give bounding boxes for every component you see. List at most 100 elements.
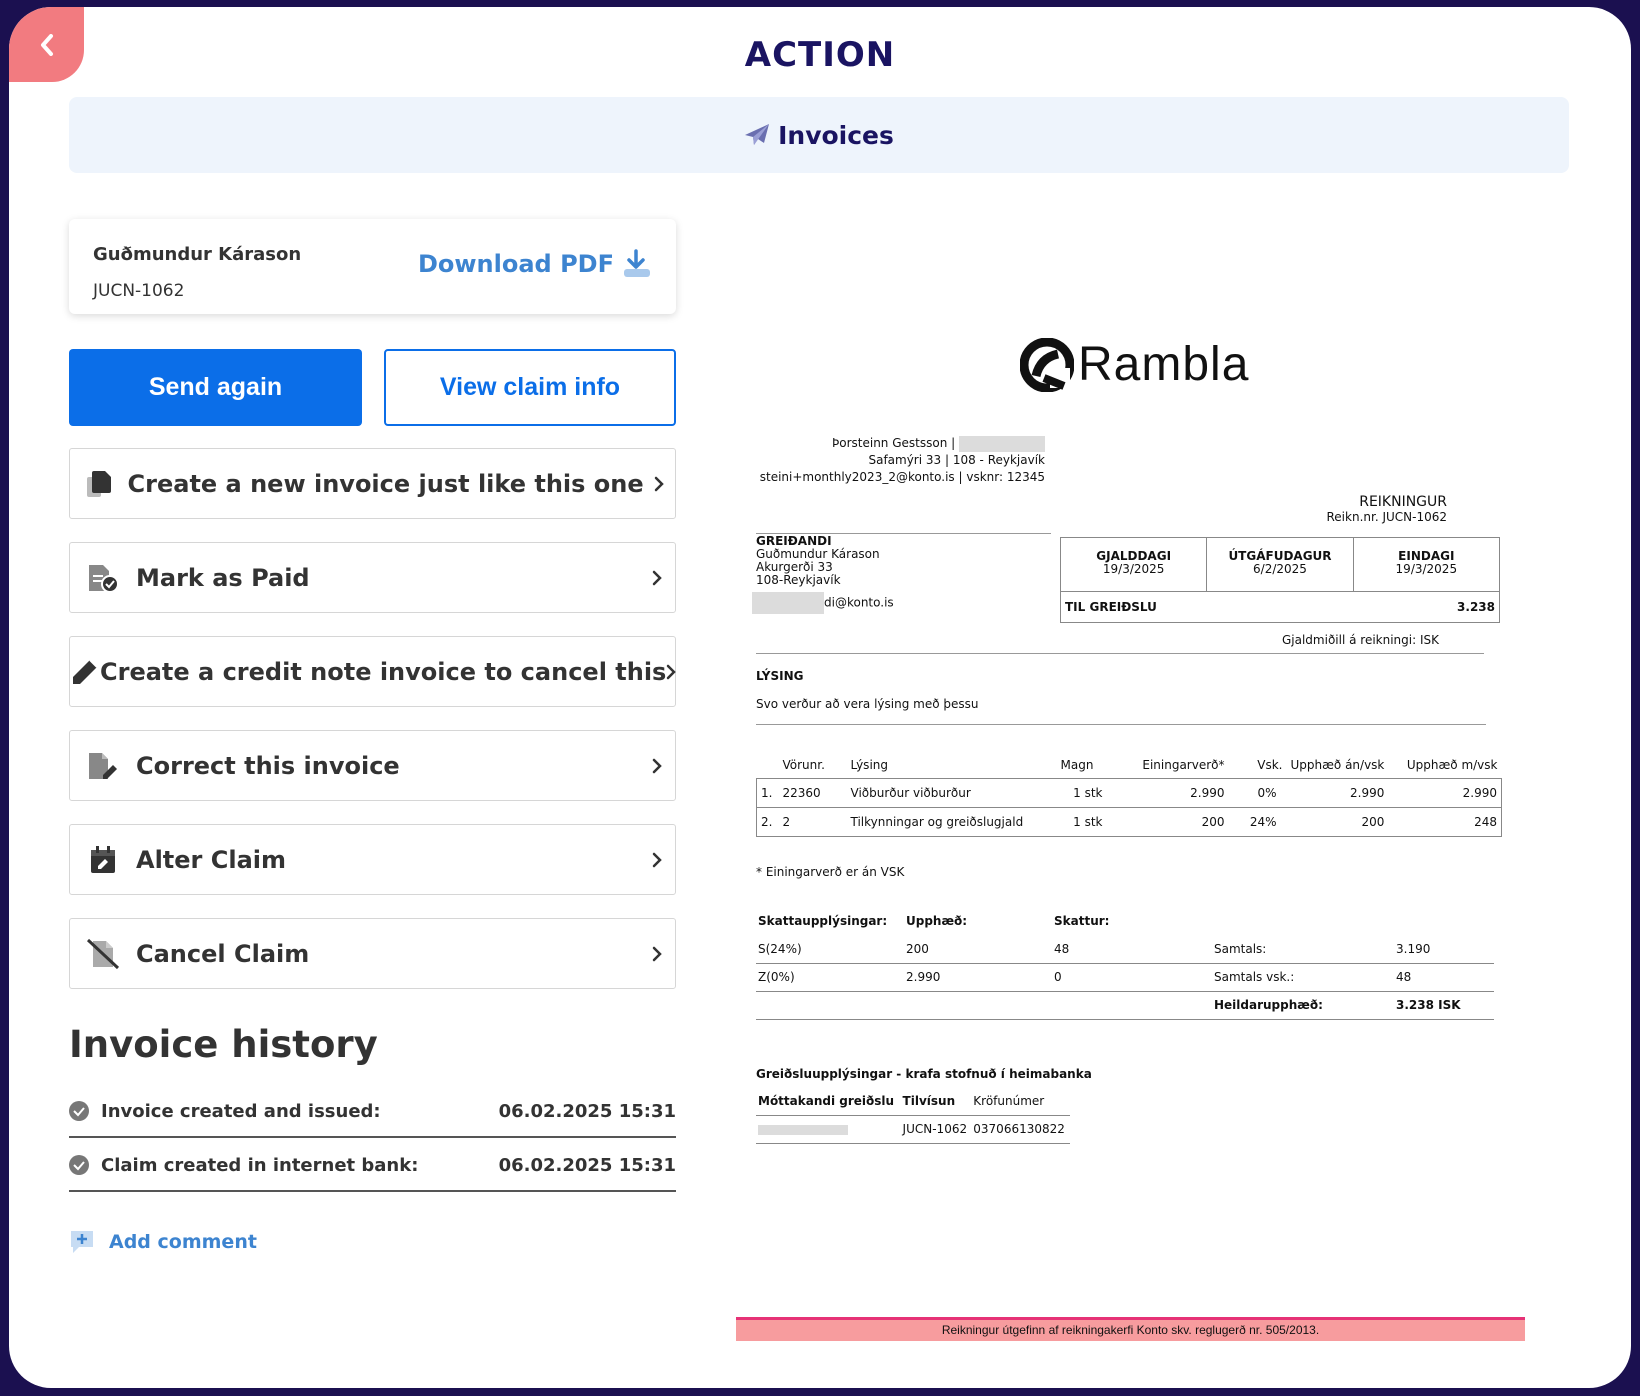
cell: S(24%) — [756, 935, 904, 964]
mark-as-paid-action[interactable]: Mark as Paid — [69, 542, 676, 613]
invoice-history-title: Invoice history — [69, 1023, 378, 1066]
cell: 2.990 — [1190, 785, 1225, 800]
invoices-banner: Invoices — [69, 97, 1569, 173]
cell: Samtals vsk.: — [1212, 963, 1394, 992]
create-copy-invoice-action[interactable]: Create a new invoice just like this one — [69, 448, 676, 519]
chevron-right-icon — [655, 476, 665, 491]
col-header: Upphæð m/vsk — [1406, 757, 1498, 772]
tax-row: Z(0%) 2.990 0 Samtals vsk.: 48 — [756, 963, 1494, 992]
chevron-right-icon — [652, 946, 662, 961]
cancel-claim-action[interactable]: Cancel Claim — [69, 918, 676, 989]
tax-row: S(24%) 200 48 Samtals: 3.190 — [756, 935, 1494, 964]
cell: Viðburður viðburður — [850, 785, 971, 800]
tax-header: Skattur: — [1054, 914, 1110, 928]
col-header: Vörunr. — [782, 757, 825, 772]
payment-table: Móttakandi greiðslu Tilvísun Kröfunúmer … — [756, 1087, 1070, 1144]
pay-header: Tilvísun — [900, 1087, 972, 1116]
banner-label: Invoices — [778, 120, 894, 150]
cell: 0% — [1257, 785, 1277, 800]
file-cancel-icon — [86, 938, 120, 969]
divider — [756, 653, 1484, 654]
chevron-right-icon — [652, 758, 662, 773]
history-entry: Invoice created and issued: 06.02.2025 1… — [69, 1086, 676, 1138]
sender-line3: steini+monthly2023_2@konto.is | vsknr: 1… — [759, 470, 1045, 484]
redacted-block — [959, 435, 1045, 452]
payer-email: di@konto.is — [824, 595, 894, 610]
description-heading: LÝSING — [756, 669, 804, 683]
copy-document-icon — [86, 470, 111, 497]
customer-name: Guðmundur Kárason — [93, 244, 302, 265]
redacted-block — [752, 592, 824, 614]
cell: 48 — [1394, 963, 1494, 992]
alter-claim-action[interactable]: Alter Claim — [69, 824, 676, 895]
pay-row: JUCN-1062 037066130822 — [756, 1115, 1070, 1144]
send-again-button[interactable]: Send again — [69, 349, 362, 426]
chevron-right-icon — [652, 852, 662, 867]
document-type: REIKNINGUR Reikn.nr. JUCN-1062 — [1327, 495, 1448, 525]
cell: 200 — [904, 935, 1052, 964]
invoice-summary-card: Guðmundur Kárason JUCN-1062 Download PDF — [69, 219, 676, 314]
col-header: Lýsing — [850, 757, 889, 772]
col-header: Einingarverð* — [1142, 757, 1225, 772]
action-label: Mark as Paid — [136, 563, 310, 592]
logo-text: Rambla — [1078, 338, 1250, 391]
due-date: 19/3/2025 — [1102, 562, 1165, 576]
sender-info: Þorsteinn Gestsson | Safamýri 33 | 108 -… — [760, 435, 1045, 486]
cell: 0 — [1052, 963, 1212, 992]
page-title: ACTION — [744, 35, 896, 75]
document-footer: Reikningur útgefinn af reikningakerfi Ko… — [736, 1317, 1525, 1341]
redacted-block — [758, 1124, 848, 1135]
table-row: 2. 2 Tilkynningar og greiðslugjald 1 stk… — [756, 807, 1502, 836]
chevron-right-icon — [652, 570, 662, 585]
payment-heading: Greiðsluupplýsingar - krafa stofnuð í he… — [756, 1067, 1092, 1081]
cell: 2.990 — [1350, 785, 1385, 800]
add-comment-button[interactable]: Add comment — [69, 1229, 257, 1255]
download-icon — [624, 249, 650, 277]
action-label: Create a credit note invoice to cancel t… — [100, 657, 667, 686]
download-pdf-button[interactable]: Download PDF — [418, 249, 652, 279]
pencil-icon — [73, 658, 98, 684]
create-credit-note-action[interactable]: Create a credit note invoice to cancel t… — [69, 636, 677, 707]
cell: Tilkynningar og greiðslugjald — [850, 814, 1024, 829]
to-pay-label: TIL GREIÐSLU — [1065, 600, 1157, 614]
cell: 2.990 — [1462, 785, 1497, 800]
cell: 2. — [761, 814, 773, 829]
tax-table: Skattaupplýsingar: Upphæð: Skattur: S(24… — [756, 907, 1494, 1020]
tax-header: Upphæð: — [906, 914, 968, 928]
cell: 200 — [1201, 814, 1225, 829]
action-label: Alter Claim — [136, 845, 287, 874]
issue-date: 6/2/2025 — [1253, 562, 1307, 576]
history-date: 06.02.2025 15:31 — [498, 1100, 676, 1122]
cell: 037066130822 — [971, 1115, 1070, 1144]
cell: 1 stk — [1073, 785, 1103, 800]
pay-header: Kröfunúmer — [971, 1087, 1070, 1116]
action-label: Cancel Claim — [136, 939, 310, 968]
doc-number: Reikn.nr. JUCN-1062 — [1326, 510, 1448, 524]
cell: 3.190 — [1394, 935, 1494, 964]
action-label: Correct this invoice — [136, 751, 400, 780]
final-date: 19/3/2025 — [1395, 562, 1458, 576]
tax-header: Skattaupplýsingar: — [758, 914, 888, 928]
currency-note: Gjaldmiðill á reikningi: ISK — [1281, 633, 1439, 647]
document-check-icon — [89, 564, 119, 593]
cell: Z(0%) — [756, 963, 904, 992]
comment-plus-icon — [71, 1231, 93, 1253]
check-circle-icon — [69, 1155, 89, 1175]
cell: 3.238 ISK — [1394, 991, 1494, 1020]
cell: 24% — [1249, 814, 1277, 829]
correct-invoice-action[interactable]: Correct this invoice — [69, 730, 676, 801]
history-label: Claim created in internet bank: — [101, 1154, 419, 1176]
download-pdf-label: Download PDF — [417, 250, 614, 278]
payer-info: GREIÐANDI Guðmundur Kárason Akurgerði 33… — [752, 533, 894, 614]
cell: 22360 — [782, 785, 821, 800]
invoice-document-preview: Rambla Þorsteinn Gestsson | Safamýri 33 … — [736, 307, 1531, 1347]
chevron-right-icon — [667, 664, 677, 679]
cell: 2.990 — [904, 963, 1052, 992]
pay-header: Móttakandi greiðslu — [756, 1087, 901, 1116]
sender-line2: Safamýri 33 | 108 - Reykjavík — [868, 453, 1045, 467]
view-claim-info-button[interactable]: View claim info — [384, 349, 676, 426]
rambla-logo: Rambla — [1020, 337, 1249, 392]
tax-total-row: Heildarupphæð: 3.238 ISK — [756, 991, 1494, 1020]
file-edit-icon — [89, 752, 117, 779]
divider — [756, 724, 1486, 725]
